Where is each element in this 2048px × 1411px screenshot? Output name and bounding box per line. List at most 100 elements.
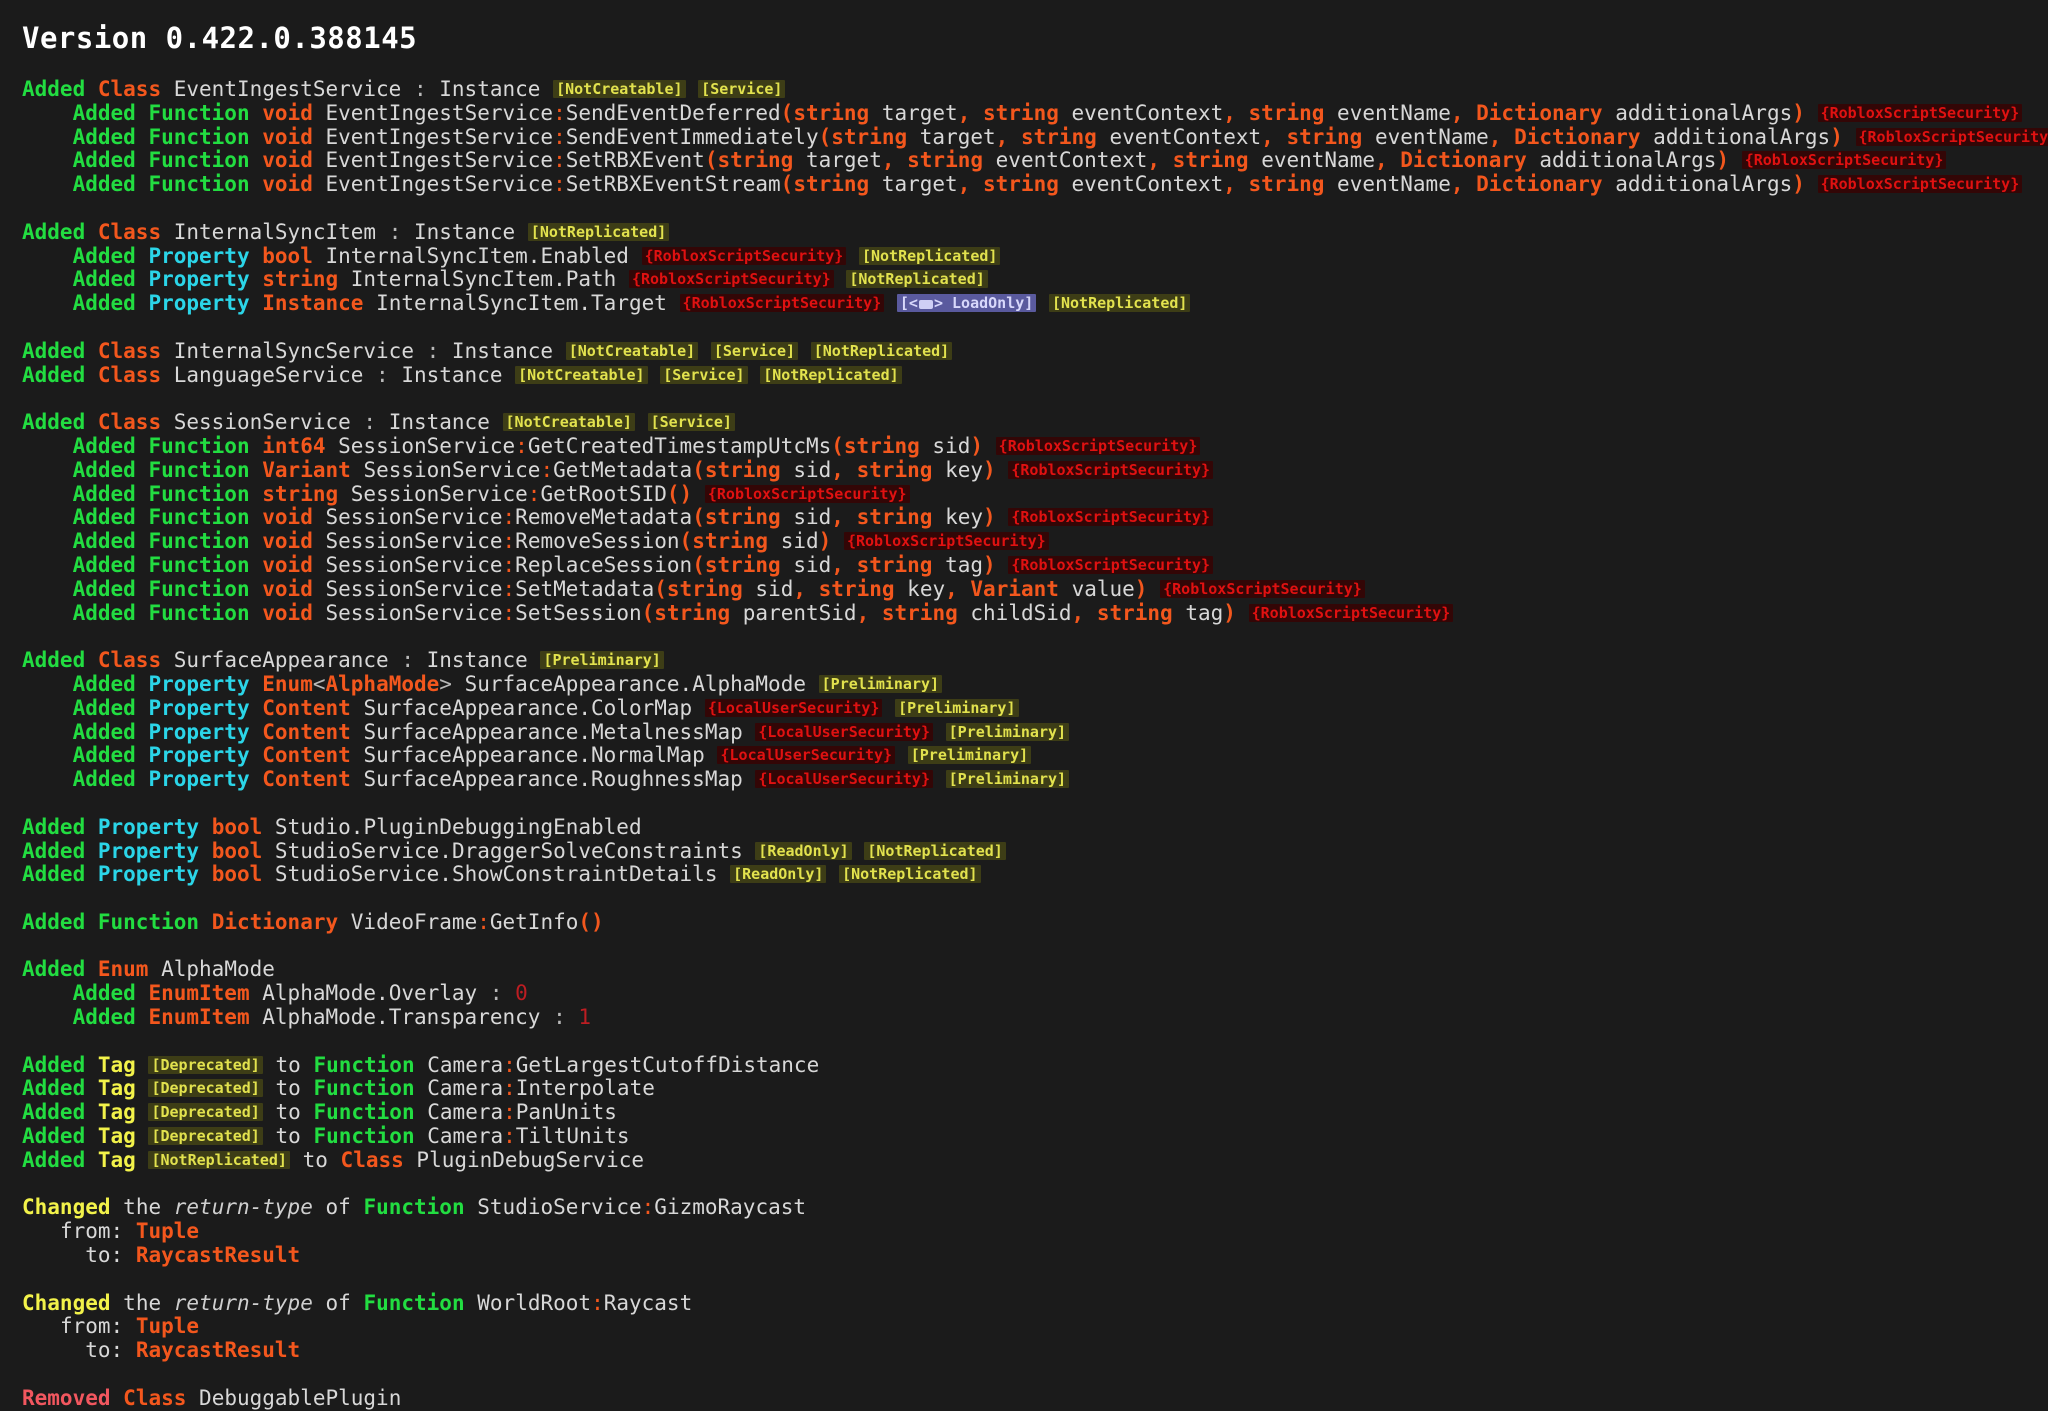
target-type: Function (313, 1100, 414, 1124)
function-name: SessionService:GetCreatedTimestampUtcMs (338, 434, 831, 458)
diff-line: Added Class SurfaceAppearance : Instance… (22, 649, 2048, 673)
action-keyword: Added (73, 720, 136, 744)
tag-badge: [NotCreatable] (566, 342, 698, 360)
member-separator: . (578, 291, 591, 315)
member-name: Path (566, 267, 617, 291)
target-name: WorldRoot:Raycast (477, 1291, 692, 1315)
member-separator: . (578, 743, 591, 767)
security-badge: {RobloxScriptSecurity} (642, 247, 847, 265)
tag-badge: [Deprecated] (148, 1079, 262, 1097)
action-keyword: Added (22, 363, 85, 387)
action-keyword: Added (73, 244, 136, 268)
member-separator: : (503, 1053, 516, 1077)
function-name: EventIngestService:SetRBXEvent (326, 148, 705, 172)
tag-keyword: Tag (98, 1076, 136, 1100)
member-separator: : (553, 148, 566, 172)
entity-type: Property (148, 743, 249, 767)
security-badge: {LocalUserSecurity} (705, 699, 883, 717)
diff-line: Added Function int64 SessionService:GetC… (22, 435, 2048, 459)
paren-open: ( (692, 553, 705, 577)
the-word: the (123, 1291, 161, 1315)
param-separator: , (831, 553, 856, 577)
tag-badge: [NotReplicated] (846, 270, 987, 288)
member-name: Raycast (604, 1291, 693, 1315)
generic-open: < (313, 672, 326, 696)
param-type: string (1249, 101, 1325, 125)
value-type: void (262, 148, 313, 172)
target-name: Camera:TiltUnits (427, 1124, 629, 1148)
value-type: bool (212, 839, 263, 863)
member-name: TiltUnits (516, 1124, 630, 1148)
value-type: void (262, 529, 313, 553)
diff-line: Added Function void EventIngestService:S… (22, 173, 2048, 197)
member-name: ColorMap (591, 696, 692, 720)
owner-name: StudioService (275, 862, 439, 886)
class-name: LanguageService (174, 363, 364, 387)
member-separator: : (503, 505, 516, 529)
param-name: tag (945, 553, 983, 577)
diff-line: Added Enum AlphaMode (22, 958, 2048, 982)
property-name: StudioService.DraggerSolveConstraints (275, 839, 743, 863)
action-keyword: Added (22, 648, 85, 672)
member-separator: : (503, 577, 516, 601)
member-name: PluginDebuggingEnabled (363, 815, 641, 839)
param-type: string (831, 125, 907, 149)
tag-badge: [Preliminary] (819, 675, 942, 693)
member-separator: . (578, 720, 591, 744)
class-name: InternalSyncItem (174, 220, 376, 244)
value-type: bool (212, 862, 263, 886)
member-separator: . (578, 696, 591, 720)
owner-name: EventIngestService (326, 101, 554, 125)
class-name: EventIngestService (174, 77, 402, 101)
member-name: Enabled (540, 244, 629, 268)
param-type: string (705, 458, 781, 482)
owner-name: SessionService (326, 601, 503, 625)
tag-badge: [NotReplicated] (864, 842, 1005, 860)
owner-name: SessionService (326, 553, 503, 577)
param-type: string (705, 553, 781, 577)
owner-name: SessionService (326, 577, 503, 601)
from-label: from: (60, 1314, 123, 1338)
entity-type: Property (148, 720, 249, 744)
action-keyword: Added (73, 148, 136, 172)
security-badge: {RobloxScriptSecurity} (996, 437, 1201, 455)
tag-badge: [ReadOnly] (730, 865, 826, 883)
param-separator: , (1223, 101, 1248, 125)
member-name: GetRootSID (540, 482, 666, 506)
tag-badge: [NotReplicated] (859, 247, 1000, 265)
entity-type: Property (148, 267, 249, 291)
tag-badge: [Service] (660, 366, 747, 384)
member-name: SendEventDeferred (566, 101, 781, 125)
action-keyword: Added (73, 553, 136, 577)
value-type: Content (262, 720, 351, 744)
member-separator: : (528, 482, 541, 506)
target-type: Function (313, 1076, 414, 1100)
function-name: EventIngestService:SendEventDeferred (326, 101, 781, 125)
entity-type: Property (98, 815, 199, 839)
inherit-separator: : (414, 339, 452, 363)
param-separator: , (1072, 601, 1097, 625)
member-name: Interpolate (516, 1076, 655, 1100)
property-name: InternalSyncItem.Target (376, 291, 667, 315)
param-name: eventName (1337, 101, 1451, 125)
param-type: string (1173, 148, 1249, 172)
diff-line: Added Class LanguageService : Instance [… (22, 364, 2048, 388)
param-name: sid (793, 505, 831, 529)
diff-line: Added Class InternalSyncItem : Instance … (22, 221, 2048, 245)
tag-badge: [NotReplicated] (1049, 294, 1190, 312)
owner-name: InternalSyncItem (326, 244, 528, 268)
param-name: eventContext (1109, 125, 1261, 149)
owner-name: Camera (427, 1100, 503, 1124)
member-name: GizmoRaycast (654, 1195, 806, 1219)
to-label: to: (85, 1243, 123, 1267)
owner-name: SessionService (338, 434, 515, 458)
superclass-name: Instance (414, 220, 515, 244)
tag-badge: [NotReplicated] (811, 342, 952, 360)
entity-type: Function (148, 458, 249, 482)
action-keyword: Added (73, 1005, 136, 1029)
tag-badge: [Preliminary] (895, 699, 1018, 717)
target-name: Camera:GetLargestCutoffDistance (427, 1053, 819, 1077)
entity-type: Property (148, 672, 249, 696)
diff-line: Added Property Instance InternalSyncItem… (22, 292, 2048, 316)
param-type: string (1021, 125, 1097, 149)
